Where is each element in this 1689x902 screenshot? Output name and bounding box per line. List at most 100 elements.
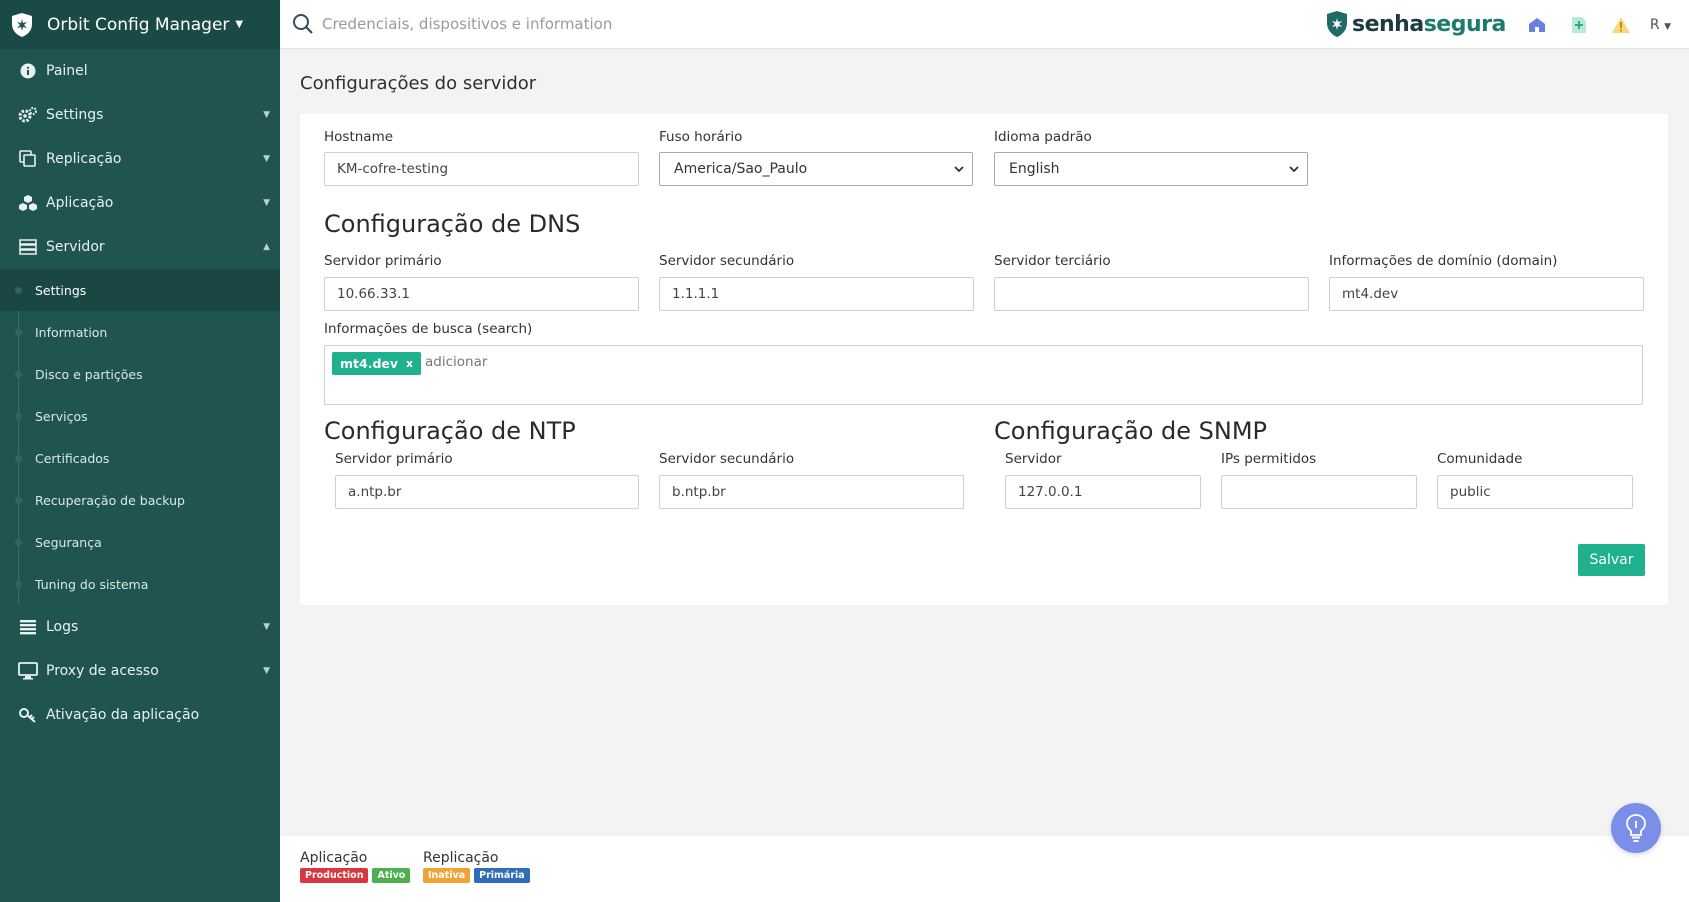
sidebar-item-aplicacao[interactable]: Aplicação ▼ — [0, 181, 280, 225]
search-domains-label: Informações de busca (search) — [324, 321, 533, 337]
chevron-up-icon: ▲ — [263, 242, 270, 252]
status-footer: Aplicação Production Ativo Replicação In… — [280, 836, 1689, 902]
sidebar-item-servidor[interactable]: Servidor ▲ — [0, 225, 280, 269]
app-switcher[interactable]: Orbit Config Manager ▼ — [0, 0, 280, 49]
sidebar-item-label: Logs — [46, 619, 79, 635]
gears-icon — [18, 105, 38, 125]
language-label: Idioma padrão — [994, 129, 1092, 145]
dns-tertiary-label: Servidor terciário — [994, 253, 1111, 269]
submenu-item-servicos[interactable]: Serviços — [0, 395, 280, 437]
senhasegura-logo: senha segura — [1325, 10, 1506, 38]
dns-tertiary-input[interactable] — [994, 277, 1309, 311]
hostname-input[interactable] — [324, 152, 639, 186]
search-domains-tag-input[interactable]: mt4.dev x — [324, 345, 1643, 405]
app-title: Orbit Config Manager — [47, 14, 230, 35]
application-status: Aplicação Production Ativo — [300, 850, 411, 883]
timezone-value: America/Sao_Paulo — [674, 161, 808, 177]
topbar-actions: R ▼ — [1516, 0, 1689, 49]
lightbulb-icon — [1626, 814, 1646, 842]
sidebar-item-label: Aplicação — [46, 195, 114, 211]
info-icon — [18, 61, 38, 81]
logo-text-senha: senha — [1352, 11, 1424, 37]
snmp-section-title: Configuração de SNMP — [994, 417, 1267, 445]
add-search-domain-input[interactable] — [425, 354, 725, 370]
remove-tag-icon[interactable]: x — [406, 357, 413, 370]
sidebar-item-label: Replicação — [46, 151, 122, 167]
sidebar-item-proxy[interactable]: Proxy de acesso ▼ — [0, 649, 280, 693]
dns-section-title: Configuração de DNS — [324, 210, 581, 238]
user-menu[interactable]: R ▼ — [1642, 17, 1689, 33]
sidebar-item-ativacao[interactable]: Ativação da aplicação — [0, 693, 280, 737]
copy-icon — [18, 149, 38, 169]
page-title: Configurações do servidor — [300, 73, 537, 94]
shield-logo-icon — [12, 12, 32, 37]
sidebar-item-label: Servidor — [46, 239, 105, 255]
logo-text-segura: segura — [1423, 11, 1507, 37]
sidebar-item-painel[interactable]: Painel — [0, 49, 280, 93]
monitor-icon — [18, 661, 38, 681]
topbar: senhasegura R ▼ — [280, 0, 1689, 49]
home-icon[interactable] — [1516, 0, 1558, 49]
sidebar-menu-lower: Logs ▼ Proxy de acesso ▼ Ativação da apl… — [0, 605, 280, 737]
sidebar-item-replicacao[interactable]: Replicação ▼ — [0, 137, 280, 181]
timezone-label: Fuso horário — [659, 129, 743, 145]
submenu-item-information[interactable]: Information — [0, 311, 280, 353]
warning-icon[interactable] — [1600, 0, 1642, 49]
replication-status: Replicação Inativa Primária — [423, 850, 530, 883]
submenu-item-seguranca[interactable]: Segurança — [0, 521, 280, 563]
add-icon[interactable] — [1558, 0, 1600, 49]
timezone-select[interactable]: America/Sao_Paulo — [659, 152, 973, 186]
primary-badge: Primária — [474, 868, 530, 883]
caret-down-icon: ▼ — [235, 19, 244, 30]
application-status-title: Aplicação — [300, 850, 368, 866]
search-icon[interactable] — [292, 13, 314, 35]
submenu-item-settings[interactable]: Settings — [0, 269, 280, 311]
snmp-ips-label: IPs permitidos — [1221, 451, 1317, 467]
submenu-item-disco[interactable]: Disco e partições — [0, 353, 280, 395]
snmp-ips-input[interactable] — [1221, 475, 1417, 509]
inactive-badge: Inativa — [423, 868, 471, 883]
sidebar-item-logs[interactable]: Logs ▼ — [0, 605, 280, 649]
search-domain-tag-label: mt4.dev — [340, 356, 399, 371]
server-icon — [18, 237, 38, 257]
snmp-server-input[interactable] — [1005, 475, 1201, 509]
replication-status-title: Replicação — [423, 850, 499, 866]
ntp-primary-input[interactable] — [335, 475, 639, 509]
user-initial: R — [1649, 16, 1660, 33]
sidebar-item-label: Settings — [46, 107, 104, 123]
submenu-item-tuning[interactable]: Tuning do sistema — [0, 563, 280, 605]
chevron-down-icon — [1289, 166, 1299, 173]
sidebar-item-settings[interactable]: Settings ▼ — [0, 93, 280, 137]
dns-secondary-input[interactable] — [659, 277, 974, 311]
sidebar-menu: Painel Settings ▼ Replicação ▼ Aplicação… — [0, 49, 280, 269]
sidebar: Orbit Config Manager ▼ Painel Settings ▼… — [0, 0, 280, 902]
shield-logo-icon — [1327, 11, 1347, 37]
lightbulb-help-button[interactable] — [1611, 803, 1661, 853]
snmp-community-input[interactable] — [1437, 475, 1633, 509]
ntp-primary-label: Servidor primário — [335, 451, 453, 467]
search-input[interactable] — [322, 15, 922, 33]
chevron-down-icon: ▼ — [263, 198, 270, 208]
chevron-down-icon: ▼ — [263, 622, 270, 632]
hostname-label: Hostname — [324, 129, 394, 145]
sidebar-item-label: Proxy de acesso — [46, 663, 159, 679]
environment-badge: Production — [300, 868, 369, 883]
server-submenu: Settings Information Disco e partições S… — [0, 269, 280, 605]
save-button[interactable]: Salvar — [1578, 544, 1645, 576]
ntp-secondary-label: Servidor secundário — [659, 451, 795, 467]
search-domain-tag: mt4.dev x — [332, 352, 422, 375]
chevron-down-icon: ▼ — [263, 154, 270, 164]
sidebar-item-label: Ativação da aplicação — [46, 707, 200, 723]
submenu-item-backup[interactable]: Recuperação de backup — [0, 479, 280, 521]
snmp-server-label: Servidor — [1005, 451, 1062, 467]
ntp-secondary-input[interactable] — [659, 475, 964, 509]
submenu-item-certificados[interactable]: Certificados — [0, 437, 280, 479]
language-select[interactable]: English — [994, 152, 1308, 186]
cubes-icon — [18, 193, 38, 213]
sidebar-item-label: Painel — [46, 63, 88, 79]
dns-primary-input[interactable] — [324, 277, 639, 311]
server-settings-card: Hostname Fuso horário America/Sao_Paulo … — [300, 114, 1668, 605]
language-value: English — [1009, 161, 1060, 177]
domain-input[interactable] — [1329, 277, 1644, 311]
active-badge: Ativo — [372, 868, 411, 883]
